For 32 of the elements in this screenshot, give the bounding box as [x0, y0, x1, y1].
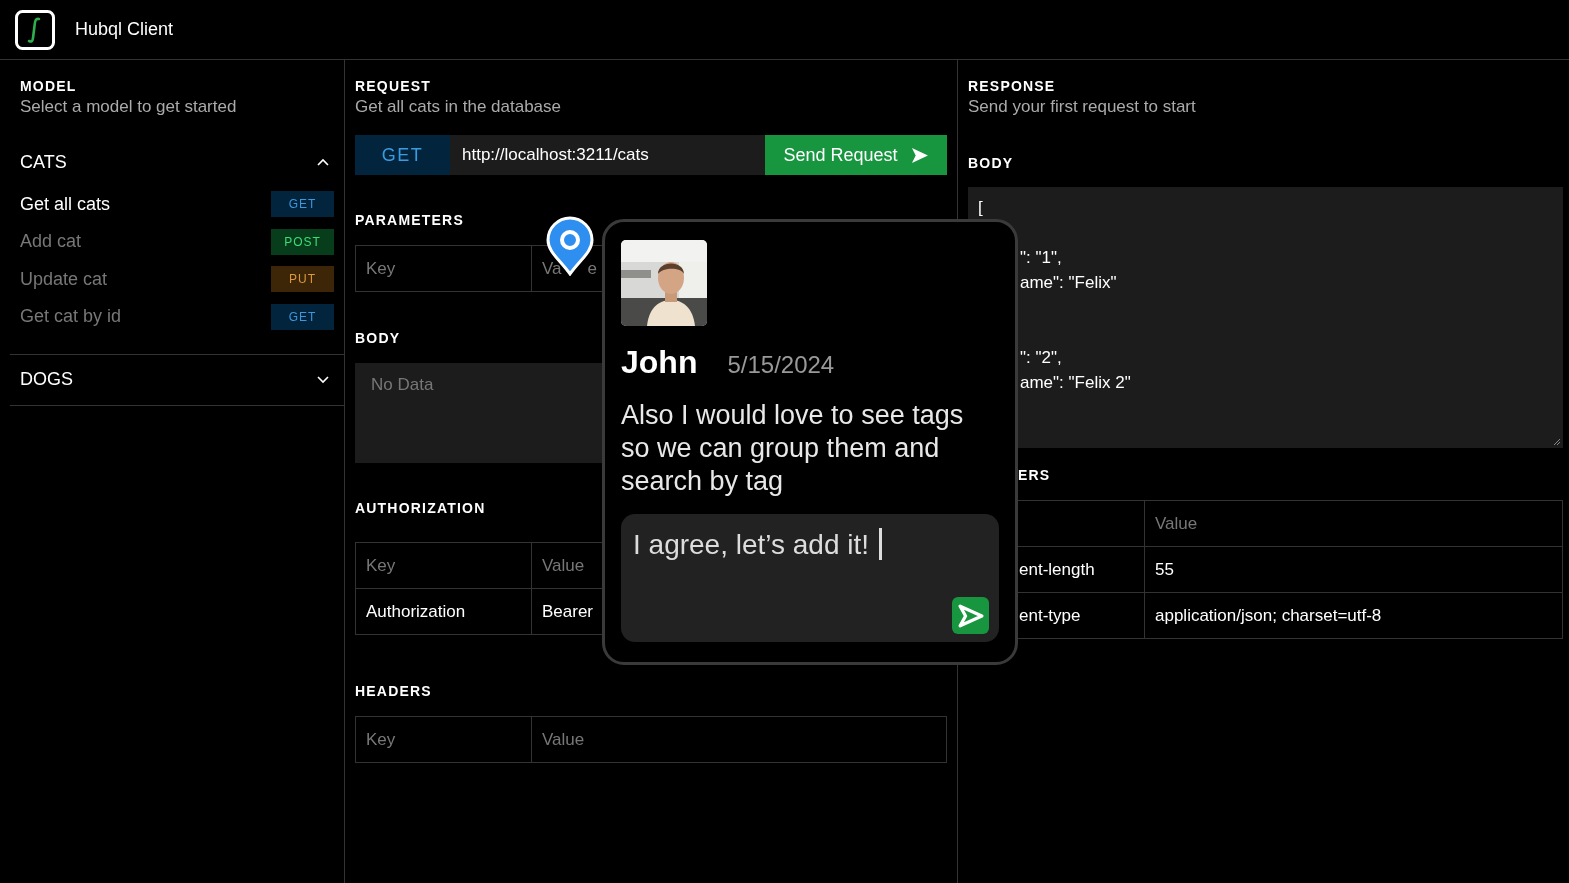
section-subtitle: Select a model to get started [20, 96, 238, 118]
method-badge: GET [271, 303, 334, 330]
section-label: PARAMETERS [355, 211, 465, 229]
section-label: ERS [1018, 466, 1052, 484]
table-cell-text: ent-length [1019, 558, 1096, 581]
code-line: [ [978, 197, 984, 219]
comment-author: John [621, 344, 698, 381]
method-badge: POST [271, 228, 334, 255]
method-badge: GET [271, 191, 334, 217]
section-title: REQUEST [355, 77, 433, 95]
section-label: AUTHORIZATION [355, 499, 487, 517]
app-title: Hubql Client [75, 19, 174, 40]
table-cell-text: Authorization [365, 600, 467, 623]
code-line: ame": "Felix 2" [1020, 372, 1132, 394]
section-label: HEADERS [355, 682, 433, 700]
section-title: RESPONSE [968, 77, 1057, 95]
code-line: ": "2", [1020, 347, 1063, 369]
table-header-cell: Value [1144, 501, 1562, 546]
table-cell: application/json; charset=utf-8 [1144, 593, 1562, 638]
method-badge: PUT [271, 266, 334, 292]
section-title: MODEL [20, 77, 78, 95]
table-cell: 55 [1144, 547, 1562, 592]
comment-text: Also I would love to see tags so we can group them and search by tag [621, 399, 965, 498]
section-label: BODY [968, 154, 1015, 172]
comment-date: 5/15/2024 [727, 351, 835, 379]
code-line: ": "1", [1020, 247, 1063, 269]
code-line: ame": "Felix" [1020, 272, 1118, 294]
table-header-cell-text: Key [365, 554, 397, 577]
section-subtitle: Get all cats in the database [355, 96, 563, 118]
section-subtitle: Send your first request to start [968, 96, 1197, 118]
section-label: BODY [355, 329, 402, 347]
table-cell-text: ent-type [1019, 604, 1082, 627]
